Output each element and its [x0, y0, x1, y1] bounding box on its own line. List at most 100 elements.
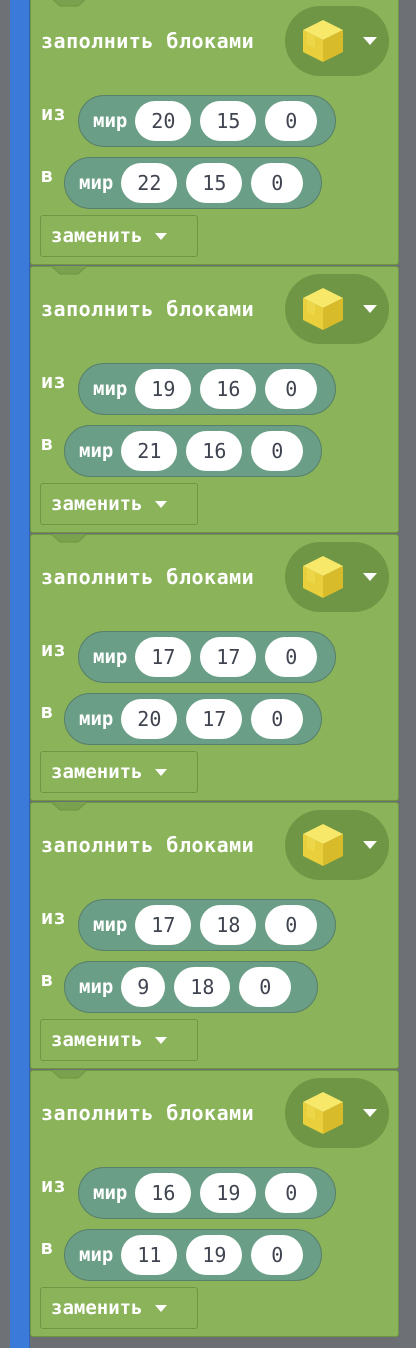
fill-mode-label: заменить	[51, 1297, 143, 1319]
workspace-scroll-area[interactable]	[400, 0, 416, 1348]
from-x-field[interactable]: 16	[135, 1173, 192, 1213]
chevron-down-icon	[363, 573, 377, 581]
from-y-field[interactable]: 16	[200, 369, 257, 409]
to-label: в	[41, 163, 54, 187]
to-y-field[interactable]: 16	[186, 431, 243, 471]
block-type-dropdown[interactable]	[285, 542, 389, 612]
from-row: из	[41, 905, 66, 929]
chevron-down-icon	[363, 37, 377, 45]
fill-row: заполнить блоками	[41, 297, 254, 321]
from-label: из	[41, 905, 67, 929]
to-z-field[interactable]: 0	[251, 431, 304, 471]
block-notch	[52, 0, 86, 7]
gold-block-icon	[303, 1092, 343, 1134]
gold-block-icon	[303, 824, 343, 866]
fill-mode-label: заменить	[51, 493, 143, 515]
to-row: в	[41, 163, 54, 187]
fill-label: заполнить блоками	[41, 297, 255, 321]
block-type-dropdown[interactable]	[285, 1078, 389, 1148]
position-world-label: мир	[79, 708, 114, 730]
fill-block[interactable]: заполнить блоками из мир 17 17 0 в мир 2…	[30, 534, 399, 801]
to-position[interactable]: мир 9 18 0	[64, 961, 318, 1013]
to-y-field[interactable]: 17	[186, 699, 243, 739]
to-label: в	[41, 1235, 54, 1259]
fill-mode-label: заменить	[51, 761, 143, 783]
to-position[interactable]: мир 11 19 0	[64, 1229, 322, 1281]
fill-row: заполнить блоками	[41, 29, 254, 53]
fill-block[interactable]: заполнить блоками из мир 20 15 0 в мир 2…	[30, 0, 399, 265]
to-position[interactable]: мир 21 16 0	[64, 425, 322, 477]
position-world-label: мир	[93, 378, 128, 400]
from-label: из	[41, 637, 67, 661]
from-x-field[interactable]: 20	[135, 101, 192, 141]
from-x-field[interactable]: 17	[135, 905, 192, 945]
chevron-down-icon	[154, 1304, 167, 1312]
to-y-field[interactable]: 15	[186, 163, 243, 203]
from-position[interactable]: мир 16 19 0	[78, 1167, 336, 1219]
block-type-dropdown[interactable]	[285, 274, 389, 344]
block-type-dropdown[interactable]	[285, 810, 389, 880]
fill-label: заполнить блоками	[41, 565, 255, 589]
from-position[interactable]: мир 17 18 0	[78, 899, 336, 951]
from-z-field[interactable]: 0	[265, 369, 318, 409]
from-y-field[interactable]: 19	[200, 1173, 257, 1213]
chevron-down-icon	[154, 500, 167, 508]
from-z-field[interactable]: 0	[265, 637, 318, 677]
to-x-field[interactable]: 9	[121, 967, 166, 1007]
fill-mode-dropdown[interactable]: заменить	[40, 483, 198, 525]
to-row: в	[41, 431, 54, 455]
fill-mode-dropdown[interactable]: заменить	[40, 1287, 198, 1329]
fill-label: заполнить блоками	[41, 1101, 255, 1125]
from-z-field[interactable]: 0	[265, 101, 318, 141]
from-position[interactable]: мир 20 15 0	[78, 95, 336, 147]
from-row: из	[41, 1173, 66, 1197]
gold-block-icon	[303, 20, 343, 62]
to-z-field[interactable]: 0	[239, 967, 292, 1007]
from-y-field[interactable]: 15	[200, 101, 257, 141]
fill-mode-dropdown[interactable]: заменить	[40, 215, 198, 257]
to-label: в	[41, 967, 54, 991]
fill-mode-dropdown[interactable]: заменить	[40, 751, 198, 793]
from-label: из	[41, 1173, 67, 1197]
to-z-field[interactable]: 0	[251, 699, 304, 739]
chevron-down-icon	[363, 305, 377, 313]
from-x-field[interactable]: 17	[135, 637, 192, 677]
from-z-field[interactable]: 0	[265, 1173, 318, 1213]
to-z-field[interactable]: 0	[251, 1235, 304, 1275]
to-row: в	[41, 1235, 54, 1259]
chevron-down-icon	[363, 1109, 377, 1117]
event-block-spine[interactable]	[10, 0, 30, 1348]
to-y-field[interactable]: 19	[186, 1235, 243, 1275]
to-y-field[interactable]: 18	[174, 967, 231, 1007]
block-notch	[51, 534, 87, 543]
fill-row: заполнить блоками	[41, 833, 254, 857]
from-label: из	[41, 101, 67, 125]
from-y-field[interactable]: 17	[200, 637, 257, 677]
to-x-field[interactable]: 20	[121, 699, 178, 739]
from-z-field[interactable]: 0	[265, 905, 318, 945]
position-world-label: мир	[79, 1244, 114, 1266]
to-x-field[interactable]: 21	[121, 431, 178, 471]
chevron-down-icon	[154, 232, 167, 240]
fill-block[interactable]: заполнить блоками из мир 16 19 0 в мир 1…	[30, 1070, 399, 1337]
to-z-field[interactable]: 0	[251, 163, 304, 203]
to-x-field[interactable]: 22	[121, 163, 178, 203]
to-x-field[interactable]: 11	[121, 1235, 178, 1275]
block-notch	[51, 266, 87, 275]
position-world-label: мир	[79, 172, 114, 194]
from-x-field[interactable]: 19	[135, 369, 192, 409]
to-position[interactable]: мир 22 15 0	[64, 157, 322, 209]
from-position[interactable]: мир 17 17 0	[78, 631, 336, 683]
to-position[interactable]: мир 20 17 0	[64, 693, 322, 745]
position-world-label: мир	[93, 1182, 128, 1204]
from-position[interactable]: мир 19 16 0	[78, 363, 336, 415]
from-y-field[interactable]: 18	[200, 905, 257, 945]
fill-block[interactable]: заполнить блоками из мир 19 16 0 в мир 2…	[30, 266, 399, 533]
fill-block[interactable]: заполнить блоками из мир 17 18 0 в мир 9	[30, 802, 399, 1069]
workspace-edge	[0, 0, 10, 1348]
to-row: в	[41, 967, 54, 991]
fill-mode-label: заменить	[51, 225, 143, 247]
from-row: из	[41, 101, 66, 125]
fill-mode-dropdown[interactable]: заменить	[40, 1019, 198, 1061]
block-type-dropdown[interactable]	[285, 6, 389, 76]
